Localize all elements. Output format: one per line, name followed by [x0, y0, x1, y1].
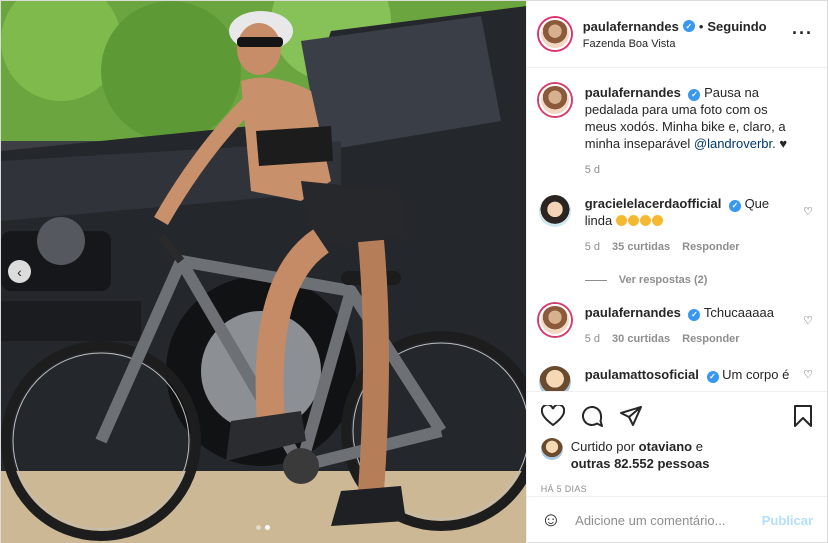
following-button[interactable]: Seguindo — [707, 19, 766, 34]
avatar[interactable] — [538, 304, 571, 336]
post-time[interactable]: HÁ 5 DIAS — [541, 484, 813, 494]
comment-item: paulafernandes ✓ Tchucaaaaa 5 d 30 curti… — [538, 304, 813, 348]
comment-item: paulamattosoficial ✓ Um corpo é ♡ — [538, 366, 813, 391]
likes-prefix: Curtido por — [570, 439, 636, 454]
post-header: paulafernandes ✓ • Seguindo Fazenda Boa … — [526, 1, 827, 68]
bookmark-icon[interactable] — [793, 404, 813, 428]
caption: paulafernandes ✓ Pausa na pedalada para … — [538, 84, 813, 179]
comment-username[interactable]: gracielelacerdaofficial — [585, 196, 722, 211]
post-photo[interactable]: ‹ — [1, 1, 526, 543]
carousel-dot-active — [265, 525, 271, 530]
caption-mention[interactable]: @landroverbr — [694, 136, 772, 151]
verified-badge-icon: ✓ — [688, 308, 701, 321]
verified-badge-icon: ✓ — [728, 199, 741, 212]
verified-badge-icon: ✓ — [682, 20, 695, 32]
likes-others[interactable]: outras 82.552 pessoas — [571, 456, 710, 471]
likes-summary: Curtido por otaviano e outras 82.552 pes… — [540, 438, 813, 472]
publish-button[interactable]: Publicar — [762, 513, 813, 528]
avatar[interactable] — [540, 438, 563, 460]
caption-suffix: . — [772, 136, 776, 151]
verified-badge-icon: ✓ — [688, 88, 701, 101]
likes-user[interactable]: otaviano — [639, 439, 692, 454]
comment-form: ☺ Publicar — [526, 496, 827, 543]
reply-button[interactable]: Responder — [682, 331, 739, 348]
chevron-left-icon: ‹ — [17, 263, 22, 280]
clapping-hands-icon — [615, 213, 664, 228]
like-comment-heart-icon[interactable]: ♡ — [803, 205, 813, 218]
caption-username[interactable]: paulafernandes — [585, 85, 681, 100]
comments-list[interactable]: paulafernandes ✓ Pausa na pedalada para … — [527, 68, 827, 391]
view-replies[interactable]: Ver respostas (2) — [584, 274, 813, 286]
caption-time[interactable]: 5 d — [585, 162, 600, 179]
carousel-prev-button[interactable]: ‹ — [8, 260, 31, 283]
comment-likes[interactable]: 30 curtidas — [612, 331, 670, 348]
reply-button[interactable]: Responder — [682, 239, 739, 256]
share-send-icon[interactable] — [619, 405, 643, 427]
comment-time[interactable]: 5 d — [585, 331, 600, 348]
comment-username[interactable]: paulamattosoficial — [585, 367, 699, 382]
location-link[interactable]: Fazenda Boa Vista — [583, 38, 767, 50]
photo-illustration — [1, 1, 526, 543]
comment-likes[interactable]: 35 curtidas — [612, 239, 670, 256]
post-actions: Curtido por otaviano e outras 82.552 pes… — [526, 391, 827, 543]
like-heart-icon[interactable] — [540, 405, 565, 427]
comment-text: Tchucaaaaa — [703, 305, 774, 320]
avatar[interactable] — [538, 195, 571, 227]
post-side-panel: paulafernandes ✓ • Seguindo Fazenda Boa … — [525, 1, 827, 543]
comment-input[interactable] — [575, 513, 762, 528]
instagram-post: ‹ paulafernandes ✓ • Seguindo Fazenda Bo… — [0, 0, 828, 543]
avatar[interactable] — [538, 366, 571, 391]
carousel-dot — [256, 525, 262, 530]
verified-badge-icon: ✓ — [706, 370, 719, 383]
like-comment-heart-icon[interactable]: ♡ — [803, 314, 813, 327]
likes-connector: e — [695, 439, 703, 454]
like-comment-heart-icon[interactable]: ♡ — [803, 368, 813, 381]
avatar[interactable] — [538, 84, 571, 116]
comment-item: gracielelacerdaofficial ✓ Que linda 5 d … — [538, 195, 813, 256]
comment-time[interactable]: 5 d — [585, 239, 600, 256]
header-username[interactable]: paulafernandes — [583, 19, 679, 34]
emoji-smile-icon[interactable]: ☺ — [541, 509, 561, 532]
comment-username[interactable]: paulafernandes — [585, 305, 681, 320]
carousel-dots — [1, 525, 526, 530]
header-separator: • — [698, 18, 704, 34]
comment-bubble-icon[interactable] — [580, 404, 604, 428]
black-heart-icon: ♥ — [779, 136, 788, 151]
more-options-icon[interactable]: ··· — [792, 23, 813, 44]
comment-text: Um corpo é — [722, 367, 790, 382]
avatar[interactable] — [538, 18, 571, 50]
view-replies-label[interactable]: Ver respostas (2) — [619, 274, 708, 286]
replies-divider — [584, 279, 607, 281]
